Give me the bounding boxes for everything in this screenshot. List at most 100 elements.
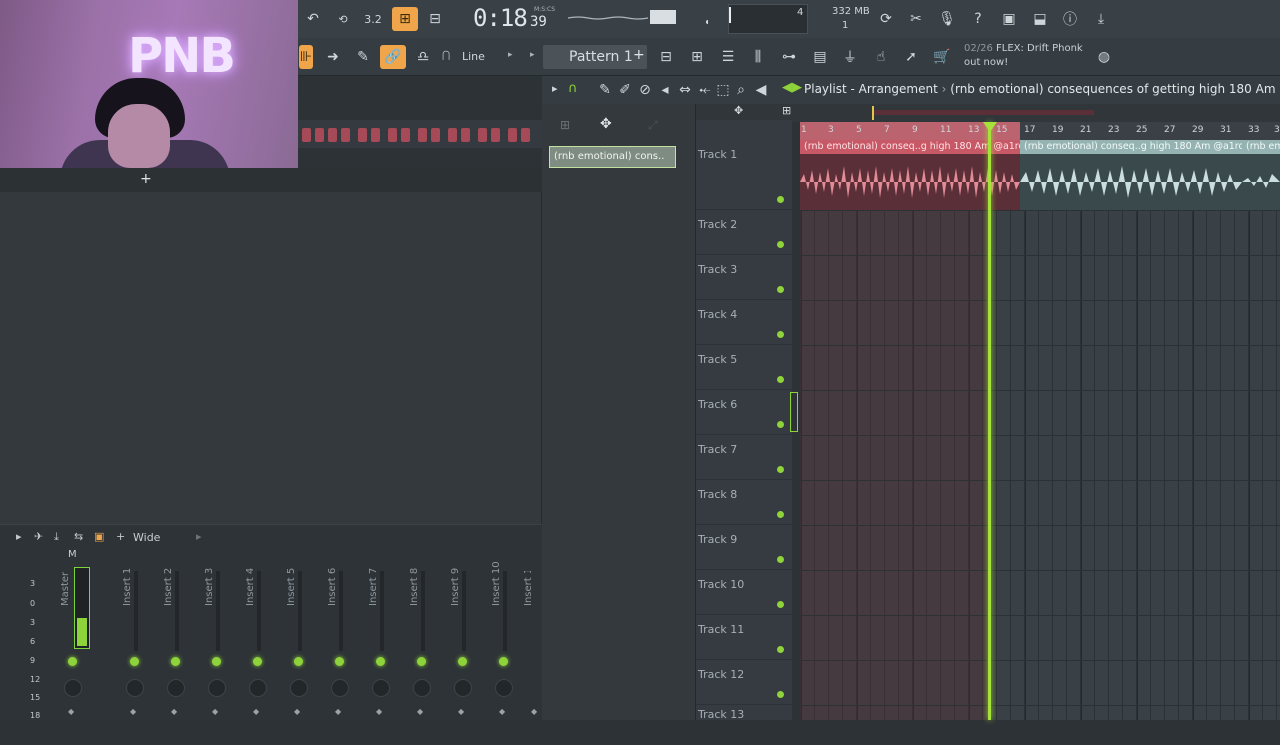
track-header[interactable]: Track 2 xyxy=(696,210,792,255)
track-selection-marker[interactable] xyxy=(790,392,798,432)
horizontal-scroll-thumb[interactable] xyxy=(872,110,1094,115)
add-pattern-icon[interactable]: + xyxy=(633,47,645,63)
fader[interactable] xyxy=(503,571,507,651)
picker-audio-clip[interactable]: (rnb emotional) cons.. xyxy=(549,146,676,168)
touch-icon[interactable]: ☝ xyxy=(868,45,894,69)
marketplace-icon[interactable]: ➚ xyxy=(898,45,924,69)
track-header[interactable]: Track 11 xyxy=(696,615,792,660)
pan-knob[interactable] xyxy=(331,679,349,697)
route-arrow-icon[interactable]: ◆ xyxy=(335,707,341,716)
pan-knob[interactable] xyxy=(454,679,472,697)
pan-knob[interactable] xyxy=(495,679,513,697)
fader[interactable] xyxy=(175,571,179,651)
mixer-channel[interactable]: Insert 5 ◆ xyxy=(280,568,320,721)
playhead[interactable] xyxy=(988,122,991,720)
plugin-icon[interactable]: ⏚ xyxy=(837,45,863,69)
step-button[interactable] xyxy=(401,128,410,142)
playback-tool-icon[interactable]: ◀ xyxy=(748,78,774,102)
track-led[interactable] xyxy=(777,646,784,653)
blend-notes-icon[interactable]: ⊟ xyxy=(422,7,448,31)
song-time[interactable]: 0:18 xyxy=(473,4,528,32)
picker-automation-icon[interactable]: ⤢ xyxy=(648,118,658,133)
fader[interactable] xyxy=(380,571,384,651)
mixer-channel[interactable]: Insert 11 ◆ xyxy=(517,571,542,721)
clipboard-icon[interactable]: ▤ xyxy=(807,45,833,69)
audio-clip[interactable]: (rnb emotional) conseq..g high 180 Am @a… xyxy=(1020,140,1242,210)
route-arrow-icon[interactable]: ◆ xyxy=(531,707,537,716)
track-header[interactable]: Track 10 xyxy=(696,570,792,615)
cut-icon[interactable]: ✂ xyxy=(903,7,929,31)
save-icon[interactable]: ▣ xyxy=(996,7,1022,31)
track-header[interactable]: Track 12 xyxy=(696,660,792,705)
reset-icon[interactable]: ⟳ xyxy=(873,7,899,31)
news-ticker[interactable]: 02/26 FLEX: Drift Phonk out now! xyxy=(964,42,1083,70)
audio-clip[interactable]: (rnb emotional) conseq..g high 180 Am @a… xyxy=(800,140,1020,210)
fader[interactable] xyxy=(339,571,343,651)
mixer-icon[interactable]: ⫼ xyxy=(745,45,771,69)
route-arrow-icon[interactable]: ◆ xyxy=(458,707,464,716)
track-led[interactable] xyxy=(777,241,784,248)
track-led[interactable] xyxy=(777,466,784,473)
track-led[interactable] xyxy=(777,331,784,338)
track-header[interactable]: Track 7 xyxy=(696,435,792,480)
step-button[interactable] xyxy=(371,128,380,142)
mixer-channel[interactable]: Insert 2 ◆ xyxy=(157,568,197,721)
channel-rack-icon[interactable]: ☰ xyxy=(715,45,741,69)
step-button[interactable] xyxy=(508,128,517,142)
route-arrow-icon[interactable]: ◆ xyxy=(253,707,259,716)
step-button[interactable] xyxy=(328,128,337,142)
snap-arrow-icon[interactable]: ▸ xyxy=(508,50,513,60)
mixer-channel[interactable]: Insert 1 ◆ xyxy=(116,568,156,721)
route-arrow-icon[interactable]: ◆ xyxy=(499,707,505,716)
mixer-channel[interactable]: Insert 8 ◆ xyxy=(403,568,443,721)
fader[interactable] xyxy=(462,571,466,651)
playlist-menu-arrow-icon[interactable]: ▸ xyxy=(552,82,558,95)
track-header[interactable]: Track 4 xyxy=(696,300,792,345)
download-icon[interactable]: ⤓ xyxy=(1088,7,1114,31)
route-arrow-icon[interactable]: ◆ xyxy=(294,707,300,716)
channel-active-led[interactable] xyxy=(212,657,221,666)
snap-icon[interactable]: ⋂ xyxy=(442,50,450,61)
magnet-icon[interactable]: ∩ xyxy=(568,81,578,96)
fader[interactable] xyxy=(134,571,138,651)
master-level-meter[interactable] xyxy=(74,567,90,649)
mixer-layout[interactable]: Wide xyxy=(133,531,160,544)
fader[interactable] xyxy=(216,571,220,651)
info-icon[interactable]: ⓘ xyxy=(1057,7,1083,31)
track-header[interactable]: Track 13 xyxy=(696,700,792,745)
picker-pattern-icon[interactable]: ⊞ xyxy=(560,118,570,132)
pattern-selector[interactable]: Pattern 1 xyxy=(543,45,647,69)
step-button[interactable] xyxy=(358,128,367,142)
playlist-grid[interactable]: (rnb emotional) conseq..g high 180 Am @a… xyxy=(800,140,1280,720)
mixer-download-icon[interactable]: ⤓ xyxy=(54,530,59,544)
step-button[interactable] xyxy=(478,128,487,142)
microphone-icon[interactable]: 🎙 xyxy=(934,7,960,31)
channel-active-led[interactable] xyxy=(458,657,467,666)
mixer-view-icon[interactable]: ▣ xyxy=(94,530,104,543)
playhead-marker-icon[interactable] xyxy=(983,122,997,132)
channel-active-led[interactable] xyxy=(130,657,139,666)
link-icon[interactable]: 🔗 xyxy=(380,45,406,69)
route-arrow-icon[interactable]: ◆ xyxy=(212,707,218,716)
track-led[interactable] xyxy=(777,601,784,608)
channel-active-led[interactable] xyxy=(417,657,426,666)
mixer-add-icon[interactable]: + xyxy=(116,530,125,543)
help-icon[interactable]: ? xyxy=(965,7,991,31)
pan-knob[interactable] xyxy=(290,679,308,697)
mixer-channel[interactable]: Insert 7 ◆ xyxy=(362,568,402,721)
step-button[interactable] xyxy=(315,128,324,142)
mixer-channel[interactable]: Insert 9 ◆ xyxy=(444,568,484,721)
route-arrow-icon[interactable]: ◆ xyxy=(130,707,136,716)
step-edit-icon[interactable]: 3.2 xyxy=(360,7,386,31)
track-header[interactable]: Track 3 xyxy=(696,255,792,300)
audio-clip[interactable]: (rnb emotional) conseq xyxy=(1242,140,1280,210)
channel-active-led[interactable] xyxy=(335,657,344,666)
mixer-channel[interactable]: Insert 3 ◆ xyxy=(198,568,238,721)
metronome-icon[interactable]: ♎ xyxy=(410,45,436,69)
channel-active-led[interactable] xyxy=(294,657,303,666)
fader[interactable] xyxy=(257,571,261,651)
globe-icon[interactable]: ◍ xyxy=(1091,45,1117,69)
route-arrow-icon[interactable]: ◆ xyxy=(171,707,177,716)
route-arrow-icon[interactable]: ◆ xyxy=(417,707,423,716)
pan-knob[interactable] xyxy=(126,679,144,697)
